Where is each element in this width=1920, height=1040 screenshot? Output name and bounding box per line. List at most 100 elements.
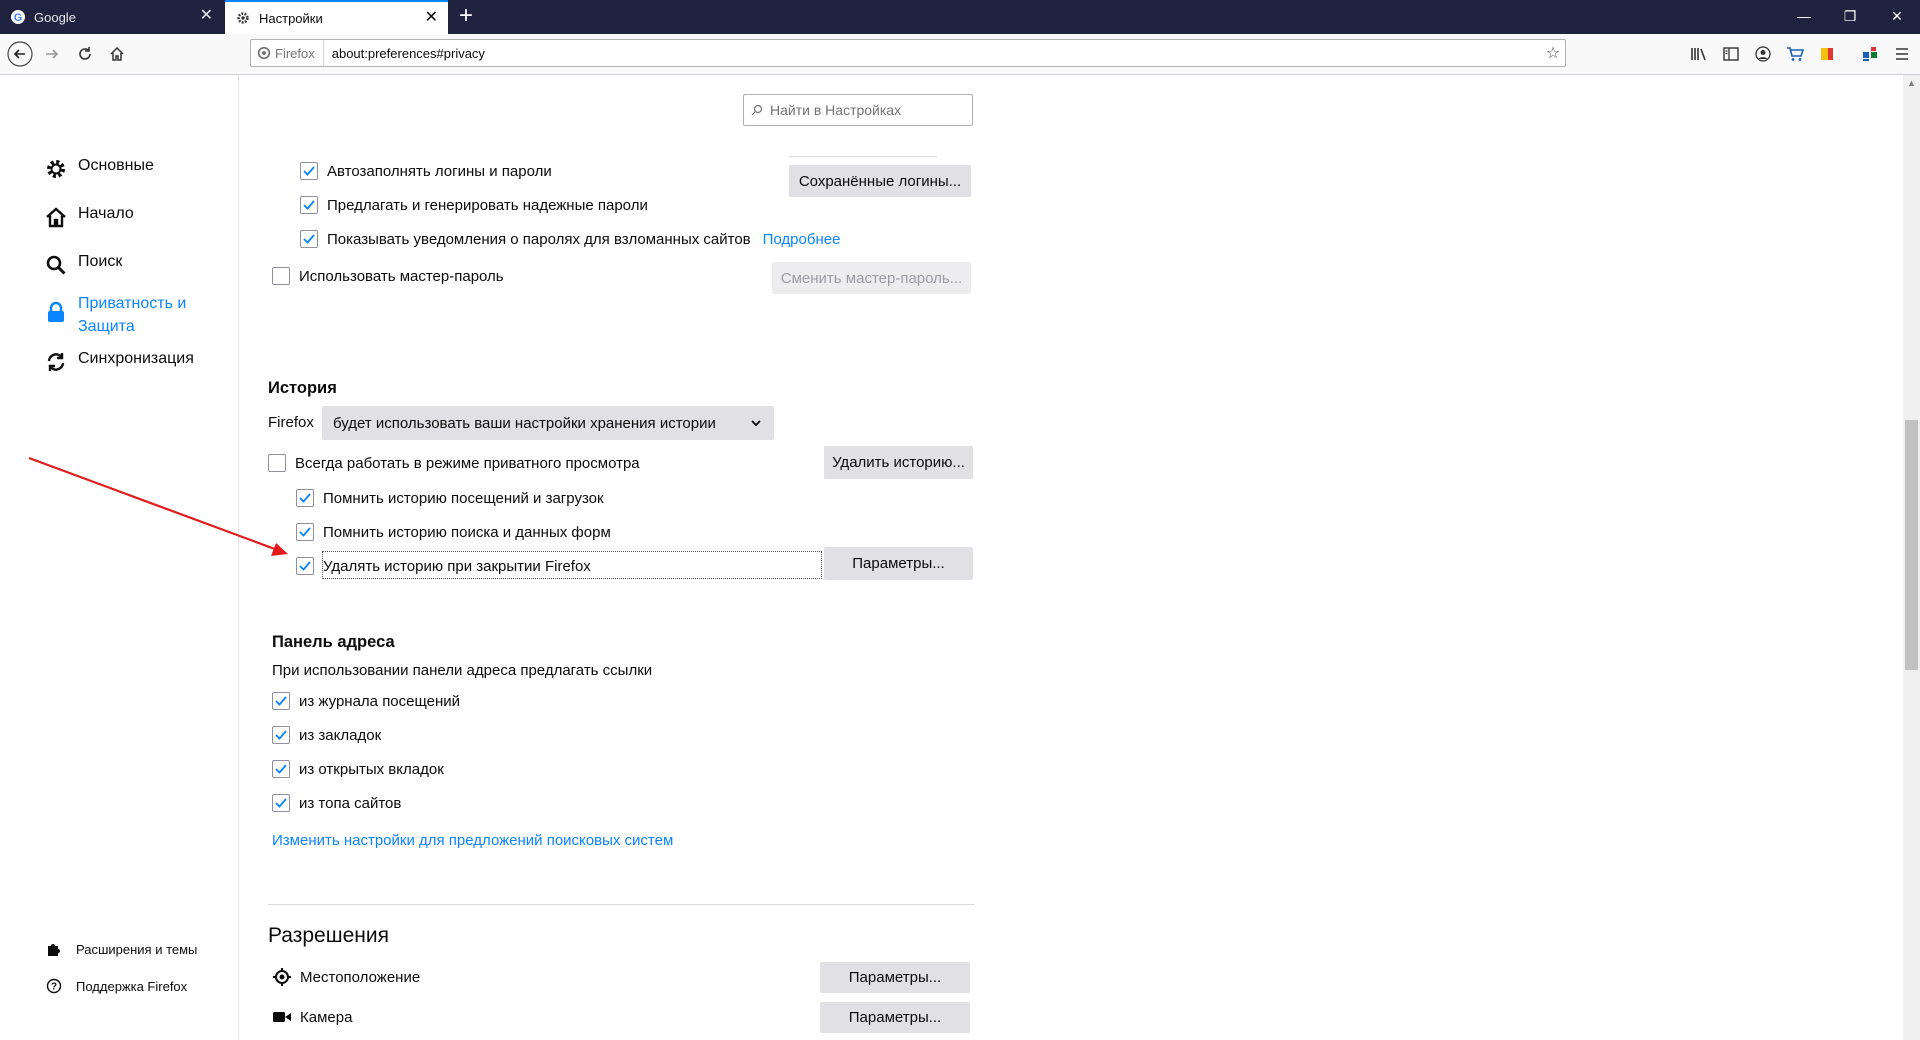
category-label: Приватность и Защита (78, 295, 187, 335)
annotation-arrow-icon (28, 456, 288, 556)
category-label: Синхронизация (78, 350, 194, 367)
change-master-password-button[interactable]: Сменить мастер-пароль... (772, 262, 971, 294)
history-heading: История (268, 379, 337, 397)
address-bar-description: При использовании панели адреса предлага… (272, 662, 653, 679)
sidebar-addons-link[interactable]: Расширения и темы (46, 941, 197, 957)
remember-search-checkbox[interactable]: Помнить историю поиска и данных форм (296, 523, 611, 541)
new-tab-button[interactable]: + (448, 0, 484, 34)
scroll-up-icon[interactable]: ▲ (1905, 78, 1918, 90)
checkbox[interactable] (296, 557, 314, 575)
autofill-logins-checkbox[interactable]: Автозаполнять логины и пароли (300, 162, 552, 180)
checkbox[interactable] (272, 760, 290, 778)
clear-history-button[interactable]: Удалить историю... (824, 446, 973, 479)
dropdown-selected-value: будет использовать ваши настройки хранен… (333, 414, 716, 432)
checkbox-label: Предлагать и генерировать надежные парол… (327, 196, 648, 214)
menu-icon[interactable] (1890, 42, 1914, 66)
checkbox-label: из топа сайтов (299, 794, 402, 812)
master-password-checkbox[interactable]: Использовать мастер-пароль (272, 267, 504, 285)
account-icon[interactable] (1751, 42, 1775, 66)
history-settings-button[interactable]: Параметры... (824, 547, 973, 580)
clear-on-close-checkbox[interactable]: Удалять историю при закрытии Firefox (296, 557, 591, 575)
checkbox[interactable] (272, 267, 290, 285)
restore-button[interactable]: ❐ (1827, 0, 1873, 34)
suggest-top-sites-checkbox[interactable]: из топа сайтов (272, 794, 401, 812)
checkbox[interactable] (296, 523, 314, 541)
settings-search-input[interactable]: Найти в Настройках (743, 94, 973, 126)
camera-settings-button[interactable]: Параметры... (820, 1002, 970, 1033)
back-arrow-icon (7, 41, 33, 67)
learn-more-link[interactable]: Подробнее (763, 231, 841, 248)
reload-button[interactable] (71, 40, 99, 68)
address-bar-heading: Панель адреса (272, 633, 395, 651)
permission-camera: Камера (272, 1007, 352, 1027)
close-tab-icon[interactable]: ✕ (425, 10, 438, 26)
category-label: Основные (78, 157, 154, 174)
flag-extension-icon[interactable] (1815, 42, 1839, 66)
suggest-history-checkbox[interactable]: из журнала посещений (272, 692, 460, 710)
remember-visits-checkbox[interactable]: Помнить историю посещений и загрузок (296, 489, 604, 507)
checkbox-label: Автозаполнять логины и пароли (327, 162, 552, 180)
divider (789, 156, 937, 157)
svg-text:G: G (14, 12, 23, 24)
permission-location: Местоположение (272, 967, 420, 987)
private-mode-checkbox[interactable]: Всегда работать в режиме приватного прос… (268, 454, 640, 472)
checkbox[interactable] (272, 726, 290, 744)
home-icon (44, 205, 68, 229)
suggest-bookmarks-checkbox[interactable]: из закладок (272, 726, 381, 744)
checkbox[interactable] (300, 196, 318, 214)
checkbox[interactable] (272, 692, 290, 710)
location-settings-button[interactable]: Параметры... (820, 962, 970, 993)
checkbox[interactable] (300, 162, 318, 180)
checkbox-label: Помнить историю поиска и данных форм (323, 523, 611, 541)
address-bar[interactable]: Firefox about:preferences#privacy ☆ (250, 39, 1566, 67)
extensions-icon[interactable] (1858, 42, 1882, 66)
back-button[interactable] (6, 40, 34, 68)
history-mode-dropdown[interactable]: будет использовать ваши настройки хранен… (322, 406, 774, 440)
puzzle-icon (46, 941, 62, 957)
checkbox[interactable] (272, 794, 290, 812)
camera-icon (272, 1007, 292, 1027)
search-placeholder: Найти в Настройках (770, 102, 902, 118)
search-icon (44, 253, 68, 277)
scrollbar-thumb[interactable] (1905, 420, 1918, 670)
location-icon (272, 967, 292, 987)
checkbox-label: из закладок (299, 726, 382, 744)
cart-icon[interactable] (1783, 42, 1807, 66)
bookmark-star-icon[interactable]: ☆ (1541, 43, 1565, 63)
tab-google[interactable]: G Google ✕ (0, 0, 223, 34)
divider (268, 904, 974, 905)
permission-label: Камера (300, 1008, 353, 1026)
help-icon: ? (46, 978, 62, 994)
breach-alerts-checkbox[interactable]: Показывать уведомления о паролях для взл… (300, 230, 840, 248)
suggest-passwords-checkbox[interactable]: Предлагать и генерировать надежные парол… (300, 196, 648, 214)
saved-logins-button[interactable]: Сохранённые логины... (789, 165, 971, 197)
close-window-button[interactable]: ✕ (1874, 0, 1920, 34)
suggest-open-tabs-checkbox[interactable]: из открытых вкладок (272, 760, 444, 778)
library-icon[interactable] (1687, 42, 1711, 66)
gear-icon (44, 157, 68, 181)
tab-settings[interactable]: Настройки ✕ (225, 0, 448, 34)
checkbox-label: Помнить историю посещений и загрузок (323, 489, 604, 507)
search-suggestions-settings-link[interactable]: Изменить настройки для предложений поиск… (272, 832, 673, 849)
identity-box[interactable]: Firefox (251, 40, 324, 66)
gear-icon (235, 10, 251, 26)
category-general[interactable]: Основные (44, 157, 154, 181)
sidebar-support-link[interactable]: ? Поддержка Firefox (46, 978, 187, 994)
category-privacy[interactable]: Приватность и Защита (44, 292, 186, 338)
minimize-button[interactable]: — (1781, 0, 1827, 34)
category-home[interactable]: Начало (44, 205, 134, 229)
tab-title: Настройки (259, 10, 323, 26)
history-firefox-label: Firefox (268, 414, 314, 431)
close-tab-icon[interactable]: ✕ (200, 8, 213, 24)
permissions-heading: Разрешения (268, 924, 389, 947)
category-search[interactable]: Поиск (44, 253, 122, 277)
url-text[interactable]: about:preferences#privacy (324, 46, 1541, 61)
sidebar-toggle-icon[interactable] (1719, 42, 1743, 66)
forward-button[interactable] (38, 40, 66, 68)
checkbox[interactable] (300, 230, 318, 248)
category-sync[interactable]: Синхронизация (44, 350, 194, 374)
checkbox-label: из журнала посещений (299, 692, 461, 710)
google-icon: G (10, 9, 26, 25)
home-button[interactable] (103, 40, 131, 68)
checkbox[interactable] (296, 489, 314, 507)
